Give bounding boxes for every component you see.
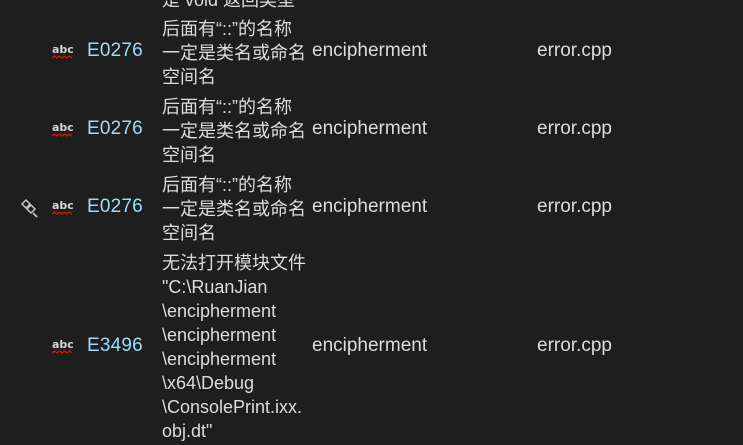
quick-fix-icon[interactable] xyxy=(18,198,40,220)
clipped-description-text: 是 void 返回类型 xyxy=(162,0,296,10)
error-code[interactable]: E3496 xyxy=(87,335,143,357)
squiggle-underline xyxy=(52,55,72,59)
error-file[interactable]: error.cpp xyxy=(537,335,612,357)
error-project: encipherment xyxy=(312,335,428,356)
squiggle-underline xyxy=(52,350,72,354)
error-file[interactable]: error.cpp xyxy=(537,196,612,218)
spell-check-icon: abc xyxy=(52,339,74,354)
error-row[interactable]: abc E0276 后面有“::”的名称 一定是类名或命名 空间名 enciph… xyxy=(0,17,743,89)
error-code[interactable]: E0276 xyxy=(87,118,143,140)
error-description: 后面有“::”的名称 一定是类名或命名 空间名 xyxy=(162,175,306,243)
error-project: encipherment xyxy=(312,196,428,217)
error-file[interactable]: error.cpp xyxy=(537,118,612,140)
error-description: 无法打开模块文件 "C:\RuanJian \encipherment \enc… xyxy=(162,253,306,441)
error-row[interactable]: abc E0276 后面有“::”的名称 一定是类名或命名 空间名 enciph… xyxy=(0,173,743,245)
error-description: 后面有“::”的名称 一定是类名或命名 空间名 xyxy=(162,97,306,165)
spell-check-icon: abc xyxy=(52,122,74,137)
error-code[interactable]: E0276 xyxy=(87,40,143,62)
error-code[interactable]: E0276 xyxy=(87,196,143,218)
error-list-panel: 是 void 返回类型 abc E0276 后面有“::”的名称 一定是类名或命… xyxy=(0,0,743,445)
error-row[interactable]: abc E3496 无法打开模块文件 "C:\RuanJian \enciphe… xyxy=(0,251,743,445)
squiggle-underline xyxy=(52,211,72,215)
error-project: encipherment xyxy=(312,40,428,61)
error-project: encipherment xyxy=(312,118,428,139)
error-file[interactable]: error.cpp xyxy=(537,40,612,62)
spell-check-icon: abc xyxy=(52,44,74,59)
error-row[interactable]: abc E0276 后面有“::”的名称 一定是类名或命名 空间名 enciph… xyxy=(0,95,743,167)
error-description: 后面有“::”的名称 一定是类名或命名 空间名 xyxy=(162,19,306,87)
squiggle-underline xyxy=(52,133,72,137)
spell-check-icon: abc xyxy=(52,200,74,215)
